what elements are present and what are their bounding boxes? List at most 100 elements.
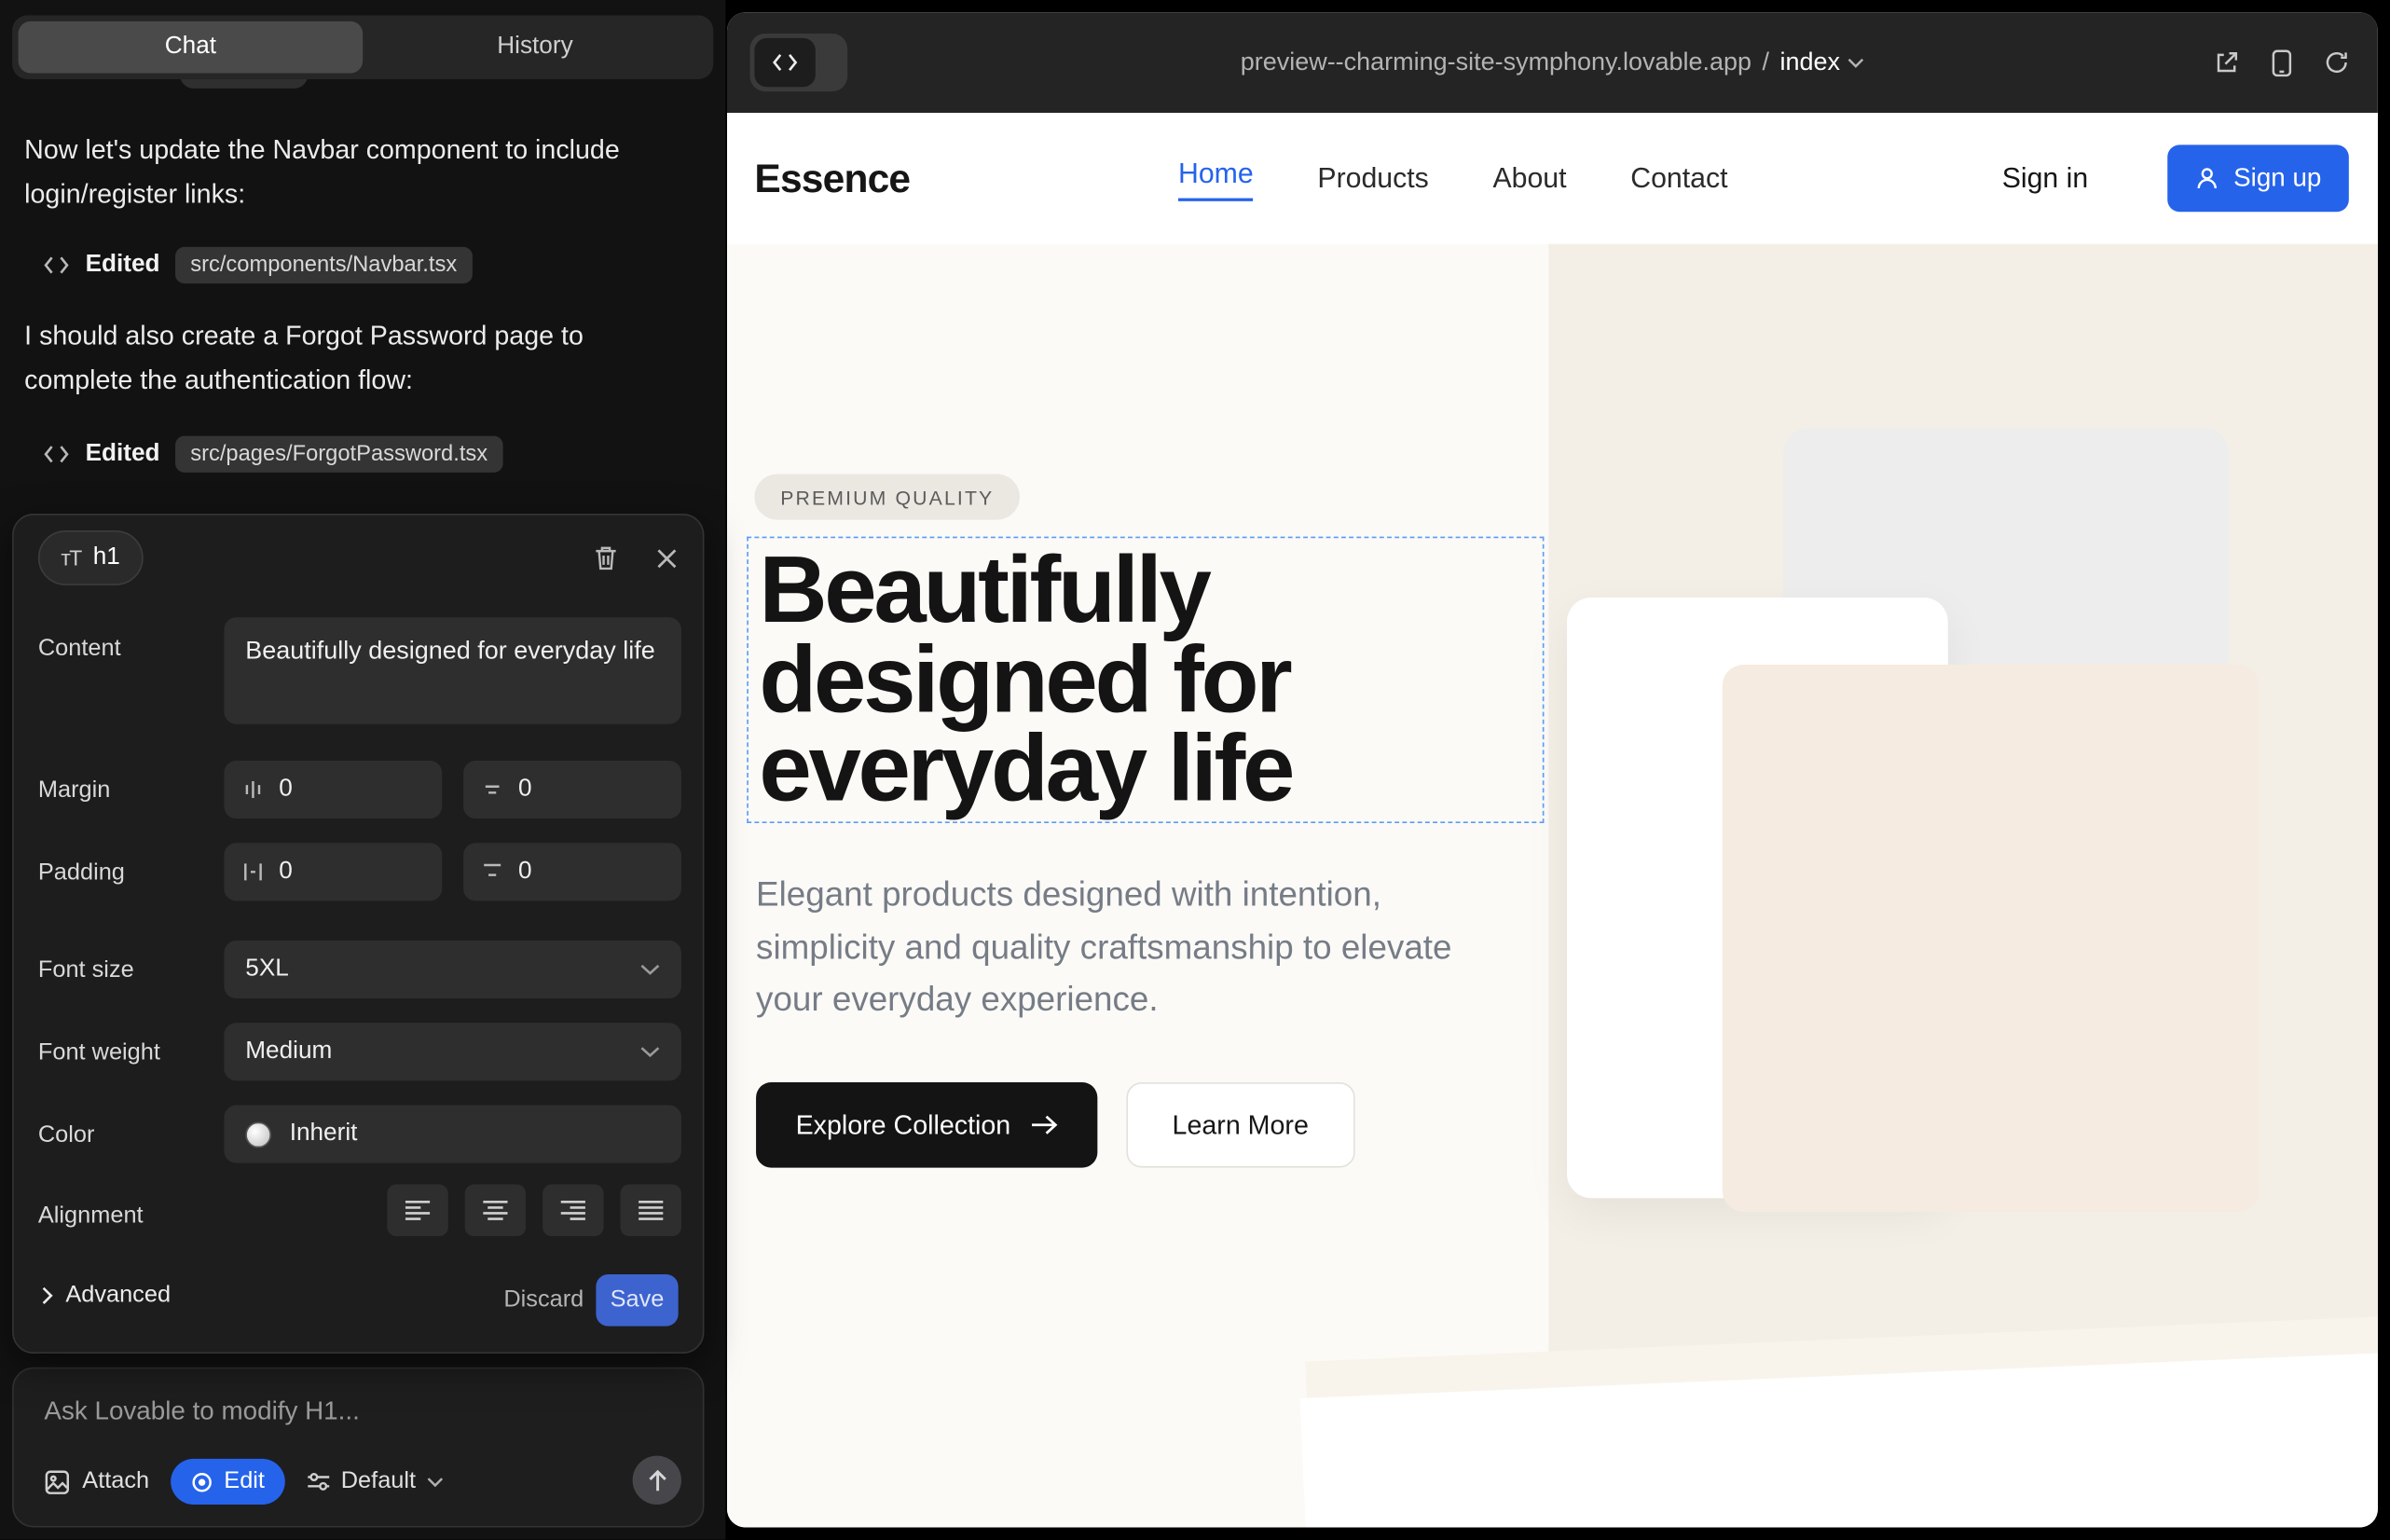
composer-input[interactable]	[44, 1396, 653, 1427]
font-size-label: Font size	[38, 957, 134, 984]
save-button[interactable]: Save	[596, 1274, 678, 1327]
file-chip-navbar[interactable]: src/components/Navbar.tsx	[175, 247, 473, 283]
send-button[interactable]	[633, 1456, 681, 1505]
sign-in-link[interactable]: Sign in	[2002, 113, 2089, 244]
trash-icon[interactable]	[584, 537, 626, 580]
chevron-right-icon	[41, 1286, 53, 1305]
advanced-label: Advanced	[65, 1282, 171, 1309]
site-logo[interactable]: Essence	[754, 113, 910, 244]
text-style-icon: тT	[61, 545, 80, 570]
hero-headline: Beautifully designed for everyday life	[759, 547, 1414, 815]
font-size-value: 5XL	[245, 956, 289, 983]
app-root: Chat History Now let's update the Navbar…	[0, 0, 2390, 1540]
element-editor-panel: тT h1 Content Beautifully designed for e…	[12, 514, 704, 1354]
nav-link-about[interactable]: About	[1492, 161, 1566, 195]
code-icon	[43, 254, 70, 276]
margin-x-value: 0	[279, 776, 293, 803]
sign-up-button[interactable]: Sign up	[2168, 144, 2349, 212]
alignment-label: Alignment	[38, 1203, 144, 1230]
learn-more-button[interactable]: Learn More	[1126, 1082, 1353, 1168]
margin-label: Margin	[38, 777, 110, 804]
site-nav: Home Products About Contact	[1178, 113, 1727, 244]
align-left-icon	[404, 1200, 431, 1221]
chat-composer: Attach Edit Default	[12, 1368, 704, 1528]
tab-history[interactable]: History	[363, 21, 707, 74]
hero-card-beige	[1723, 665, 2260, 1212]
color-label: Color	[38, 1122, 95, 1149]
discard-button[interactable]: Discard	[503, 1286, 584, 1313]
font-weight-select[interactable]: Medium	[224, 1023, 681, 1080]
nav-link-contact[interactable]: Contact	[1630, 161, 1727, 195]
color-value: Inherit	[290, 1121, 358, 1148]
refresh-icon[interactable]	[2323, 48, 2350, 76]
chevron-down-icon	[1847, 57, 1864, 67]
page-dropdown[interactable]: index	[1779, 48, 1864, 77]
edited-label: Edited	[86, 252, 160, 279]
content-input[interactable]: Beautifully designed for everyday life	[224, 617, 681, 723]
nav-link-home[interactable]: Home	[1178, 157, 1254, 200]
arrow-right-icon	[1030, 1114, 1057, 1135]
edited-file-row: Edited src/components/Navbar.tsx	[43, 244, 473, 287]
attach-label: Attach	[82, 1468, 149, 1495]
chevron-down-icon	[640, 1046, 660, 1058]
file-chip-forgot-password[interactable]: src/pages/ForgotPassword.tsx	[175, 436, 503, 473]
color-select[interactable]: Inherit	[224, 1106, 681, 1163]
selected-h1-element[interactable]: Beautifully designed for everyday life	[747, 537, 1544, 823]
close-icon[interactable]	[645, 537, 688, 580]
element-tag-pill[interactable]: тT h1	[38, 530, 143, 585]
sliders-icon	[306, 1471, 330, 1492]
tab-chat[interactable]: Chat	[19, 21, 364, 74]
align-justify-icon	[638, 1200, 665, 1221]
color-swatch	[245, 1121, 271, 1148]
address-bar: preview--charming-site-symphony.lovable.…	[727, 12, 2378, 113]
site-navbar: Essence Home Products About Contact Sign…	[727, 113, 2378, 244]
align-center-icon	[482, 1200, 509, 1221]
hero-description: Elegant products designed with intention…	[756, 869, 1497, 1026]
padding-y-input[interactable]: 0	[463, 843, 681, 901]
nav-link-products[interactable]: Products	[1317, 161, 1428, 195]
browser-chrome: preview--charming-site-symphony.lovable.…	[727, 12, 2378, 113]
premium-quality-badge: PREMIUM QUALITY	[754, 474, 1020, 520]
hero-cta-row: Explore Collection Learn More	[756, 1082, 1354, 1168]
padding-x-input[interactable]: 0	[224, 843, 442, 901]
user-icon	[2195, 166, 2219, 190]
explore-collection-label: Explore Collection	[796, 1109, 1011, 1141]
browser-actions	[2213, 12, 2350, 113]
padding-label: Padding	[38, 859, 125, 887]
font-size-select[interactable]: 5XL	[224, 941, 681, 998]
margin-y-input[interactable]: 0	[463, 761, 681, 818]
align-right-icon	[559, 1200, 586, 1221]
composer-toolbar: Attach Edit Default	[44, 1459, 443, 1505]
open-external-icon[interactable]	[2213, 48, 2240, 76]
chat-sidebar: Chat History Now let's update the Navbar…	[0, 0, 725, 1540]
explore-collection-button[interactable]: Explore Collection	[756, 1082, 1097, 1168]
mobile-view-icon[interactable]	[2271, 48, 2292, 77]
preview-browser: preview--charming-site-symphony.lovable.…	[727, 12, 2378, 1527]
url-text: preview--charming-site-symphony.lovable.…	[1241, 48, 1751, 77]
default-mode-select[interactable]: Default	[306, 1468, 443, 1495]
chat-message: I should also create a Forgot Password p…	[24, 314, 686, 401]
align-right-button[interactable]	[543, 1185, 603, 1237]
edited-label: Edited	[86, 441, 160, 468]
align-center-button[interactable]	[465, 1185, 526, 1237]
chevron-down-icon	[427, 1477, 444, 1487]
attach-button[interactable]: Attach	[44, 1468, 149, 1495]
margin-horizontal-icon	[242, 779, 264, 801]
align-justify-button[interactable]	[621, 1185, 681, 1237]
font-weight-label: Font weight	[38, 1039, 160, 1066]
url-separator: /	[1763, 48, 1770, 77]
edit-label: Edit	[224, 1468, 265, 1495]
padding-y-value: 0	[518, 859, 532, 886]
padding-vertical-icon	[482, 861, 503, 883]
margin-vertical-icon	[482, 779, 503, 801]
content-label: Content	[38, 636, 121, 663]
code-icon	[43, 444, 70, 465]
advanced-toggle[interactable]: Advanced	[41, 1282, 171, 1309]
align-left-button[interactable]	[387, 1185, 447, 1237]
margin-x-input[interactable]: 0	[224, 761, 442, 818]
edit-target-icon	[190, 1470, 213, 1493]
site-preview: Essence Home Products About Contact Sign…	[727, 113, 2378, 1527]
element-tag-label: h1	[93, 544, 120, 571]
edit-mode-button[interactable]: Edit	[171, 1459, 284, 1505]
chat-history-tabs: Chat History	[12, 15, 713, 79]
